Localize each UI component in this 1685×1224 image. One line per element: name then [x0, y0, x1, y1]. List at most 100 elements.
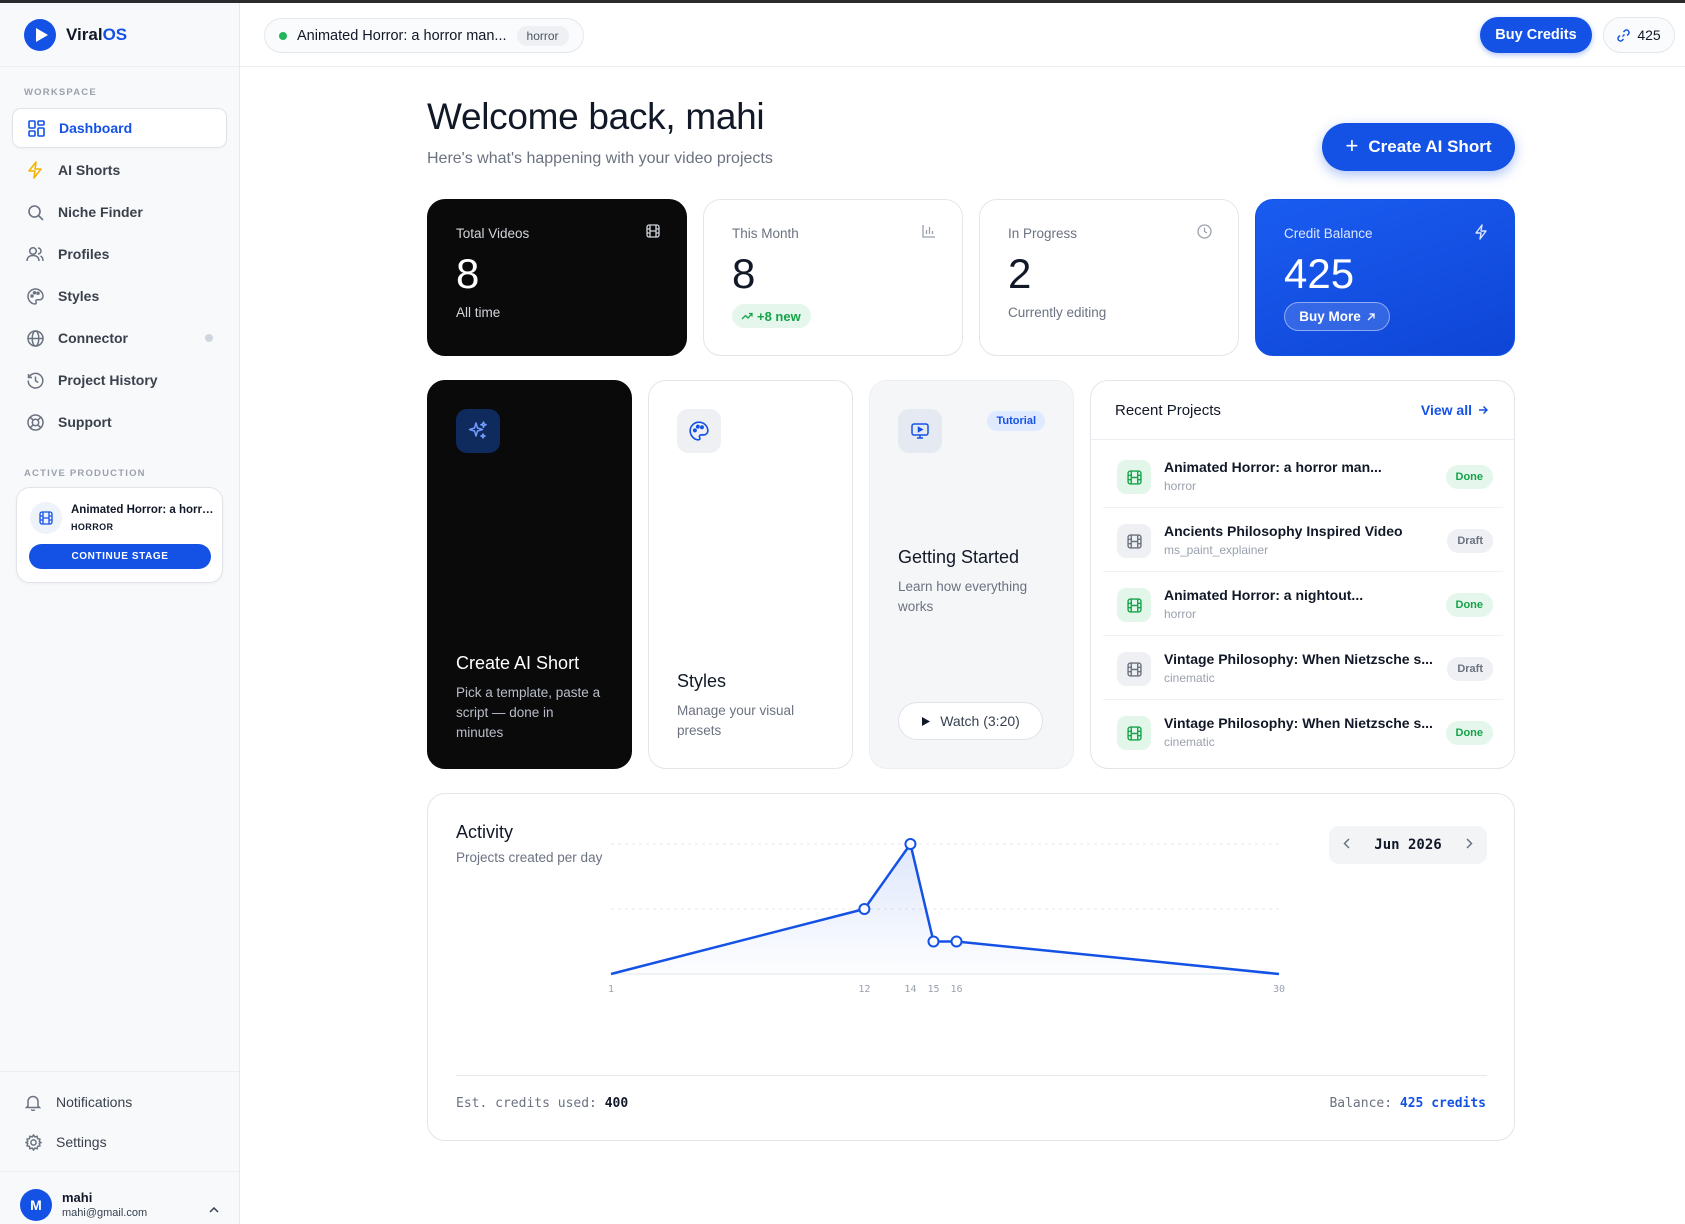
- continue-stage-button[interactable]: CONTINUE STAGE: [29, 544, 211, 569]
- recent-project-row[interactable]: Vintage Philosophy: When Nietzsche s... …: [1103, 637, 1503, 700]
- user-name: mahi: [62, 1190, 93, 1205]
- brand[interactable]: ViralOS: [0, 3, 239, 67]
- sidebar-item-notifications[interactable]: Notifications: [12, 1082, 227, 1122]
- project-style: cinematic: [1164, 735, 1215, 749]
- credit-count: 425: [1637, 27, 1661, 43]
- stat-value: 8: [732, 250, 756, 297]
- create-ai-short-label: Create AI Short: [1368, 137, 1492, 156]
- film-icon: [30, 502, 62, 534]
- active-production-title: Animated Horror: a horror man...: [71, 504, 216, 516]
- tile-description: Pick a template, paste a script — done i…: [456, 685, 601, 740]
- avatar: M: [20, 1189, 52, 1221]
- search-icon: [26, 203, 44, 221]
- new-badge: +8 new: [732, 304, 811, 328]
- recent-projects-header: Recent Projects View all: [1091, 381, 1514, 440]
- x-tick-label: 16: [950, 984, 962, 995]
- gear-icon: [24, 1133, 42, 1151]
- project-style: horror: [1164, 479, 1197, 493]
- sidebar-item-label: AI Shorts: [58, 162, 121, 178]
- sidebar-item-niche-finder[interactable]: Niche Finder: [12, 192, 227, 232]
- connector-status-dot: [205, 334, 213, 342]
- bell-icon: [24, 1093, 42, 1111]
- stat-credit-balance: Credit Balance 425 Buy More: [1255, 199, 1515, 356]
- user-menu[interactable]: M mahi mahi@gmail.com: [0, 1171, 239, 1224]
- sidebar-item-dashboard[interactable]: Dashboard: [12, 108, 227, 148]
- project-title: Vintage Philosophy: When Nietzsche s...: [1164, 651, 1433, 667]
- sidebar-item-label: Support: [58, 414, 112, 430]
- create-ai-short-tile[interactable]: Create AI Short Pick a template, paste a…: [427, 380, 632, 769]
- link-icon: [1617, 28, 1631, 42]
- film-icon: [1117, 460, 1151, 494]
- sidebar-item-ai-shorts[interactable]: AI Shorts: [12, 150, 227, 190]
- page-title: Welcome back, mahi: [427, 96, 765, 137]
- recent-project-row[interactable]: Vintage Philosophy: When Nietzsche s... …: [1103, 701, 1503, 764]
- styles-tile[interactable]: Styles Manage your visual presets: [648, 380, 853, 769]
- buy-more-button[interactable]: Buy More: [1284, 302, 1390, 331]
- project-style: cinematic: [1164, 671, 1215, 685]
- play-icon: [922, 716, 931, 726]
- recent-project-row[interactable]: Animated Horror: a nightout... horror Do…: [1103, 573, 1503, 636]
- sidebar-bottom: Notifications Settings: [0, 1071, 239, 1162]
- arrow-right-icon: [1479, 405, 1488, 415]
- active-production-tag: HORROR: [71, 522, 114, 532]
- getting-started-tile[interactable]: Tutorial Getting Started Learn how every…: [869, 380, 1074, 769]
- activity-divider: [456, 1075, 1487, 1076]
- stat-label: Total Videos: [456, 226, 530, 241]
- trend-up-icon: [741, 312, 753, 320]
- x-tick-label: 12: [858, 984, 870, 995]
- est-credits-used: Est. credits used: 400: [456, 1096, 629, 1111]
- sidebar-item-project-history[interactable]: Project History: [12, 360, 227, 400]
- sidebar-item-label: Niche Finder: [58, 204, 143, 220]
- tile-description: Learn how everything works: [898, 579, 1028, 614]
- data-point: [904, 838, 917, 850]
- active-production-card[interactable]: Animated Horror: a horror man... HORROR …: [16, 487, 223, 583]
- status-badge: Done: [1445, 721, 1493, 745]
- sidebar-item-styles[interactable]: Styles: [12, 276, 227, 316]
- balance-credits: Balance: 425 credits: [1329, 1096, 1486, 1111]
- recent-project-row[interactable]: Ancients Philosophy Inspired Video ms_pa…: [1103, 509, 1503, 572]
- active-production-label: ACTIVE PRODUCTION: [24, 468, 146, 479]
- recent-projects-card: Recent Projects View all Animated Horror…: [1090, 380, 1515, 769]
- project-title: Animated Horror: a nightout...: [1164, 587, 1364, 603]
- tile-description: Manage your visual presets: [677, 703, 795, 738]
- palette-icon: [677, 409, 721, 453]
- current-project-title: Animated Horror: a horror man...: [297, 27, 507, 44]
- activity-card: Activity Projects created per day Jun 20…: [427, 793, 1515, 1141]
- current-project-pill[interactable]: Animated Horror: a horror man... horror: [264, 18, 584, 53]
- activity-chart: 1 12 14 15 16 30: [608, 838, 1285, 995]
- stat-value: 8: [456, 250, 480, 297]
- buy-credits-button[interactable]: Buy Credits: [1480, 17, 1592, 53]
- stat-this-month: This Month 8 +8 new: [703, 199, 963, 356]
- sidebar-item-label: Dashboard: [59, 120, 133, 136]
- x-tick-label: 1: [608, 984, 614, 995]
- chevron-up-icon[interactable]: [209, 1200, 219, 1218]
- lifebuoy-icon: [26, 413, 44, 431]
- stat-sub: All time: [456, 305, 501, 320]
- sidebar-item-profiles[interactable]: Profiles: [12, 234, 227, 274]
- film-icon: [1117, 524, 1151, 558]
- stat-value: 2: [1008, 250, 1032, 297]
- brand-name: ViralOS: [66, 24, 128, 44]
- status-badge: Draft: [1447, 529, 1493, 553]
- sidebar-item-settings[interactable]: Settings: [12, 1122, 227, 1162]
- bolt-icon: [1474, 224, 1488, 245]
- sidebar-item-label: Profiles: [58, 246, 110, 262]
- project-title: Vintage Philosophy: When Nietzsche s...: [1164, 715, 1433, 731]
- recent-project-row[interactable]: Animated Horror: a horror man... horror …: [1103, 445, 1503, 508]
- project-title: Animated Horror: a horror man...: [1164, 459, 1382, 475]
- tutorial-badge: Tutorial: [987, 411, 1045, 431]
- tile-title: Getting Started: [898, 547, 1020, 567]
- watch-tutorial-button[interactable]: Watch (3:20): [898, 702, 1043, 740]
- create-ai-short-button[interactable]: + Create AI Short: [1322, 123, 1515, 171]
- sidebar-item-connector[interactable]: Connector: [12, 318, 227, 358]
- sidebar-item-support[interactable]: Support: [12, 402, 227, 442]
- status-badge: Draft: [1447, 657, 1493, 681]
- view-all-link[interactable]: View all: [1421, 402, 1488, 418]
- credit-balance-pill[interactable]: 425: [1603, 17, 1675, 53]
- sidebar-item-label: Settings: [56, 1134, 107, 1150]
- stat-in-progress: In Progress 2 Currently editing: [979, 199, 1239, 356]
- recent-projects-title: Recent Projects: [1115, 402, 1221, 419]
- film-icon: [646, 224, 660, 243]
- history-icon: [26, 371, 44, 389]
- status-dot: [279, 31, 287, 40]
